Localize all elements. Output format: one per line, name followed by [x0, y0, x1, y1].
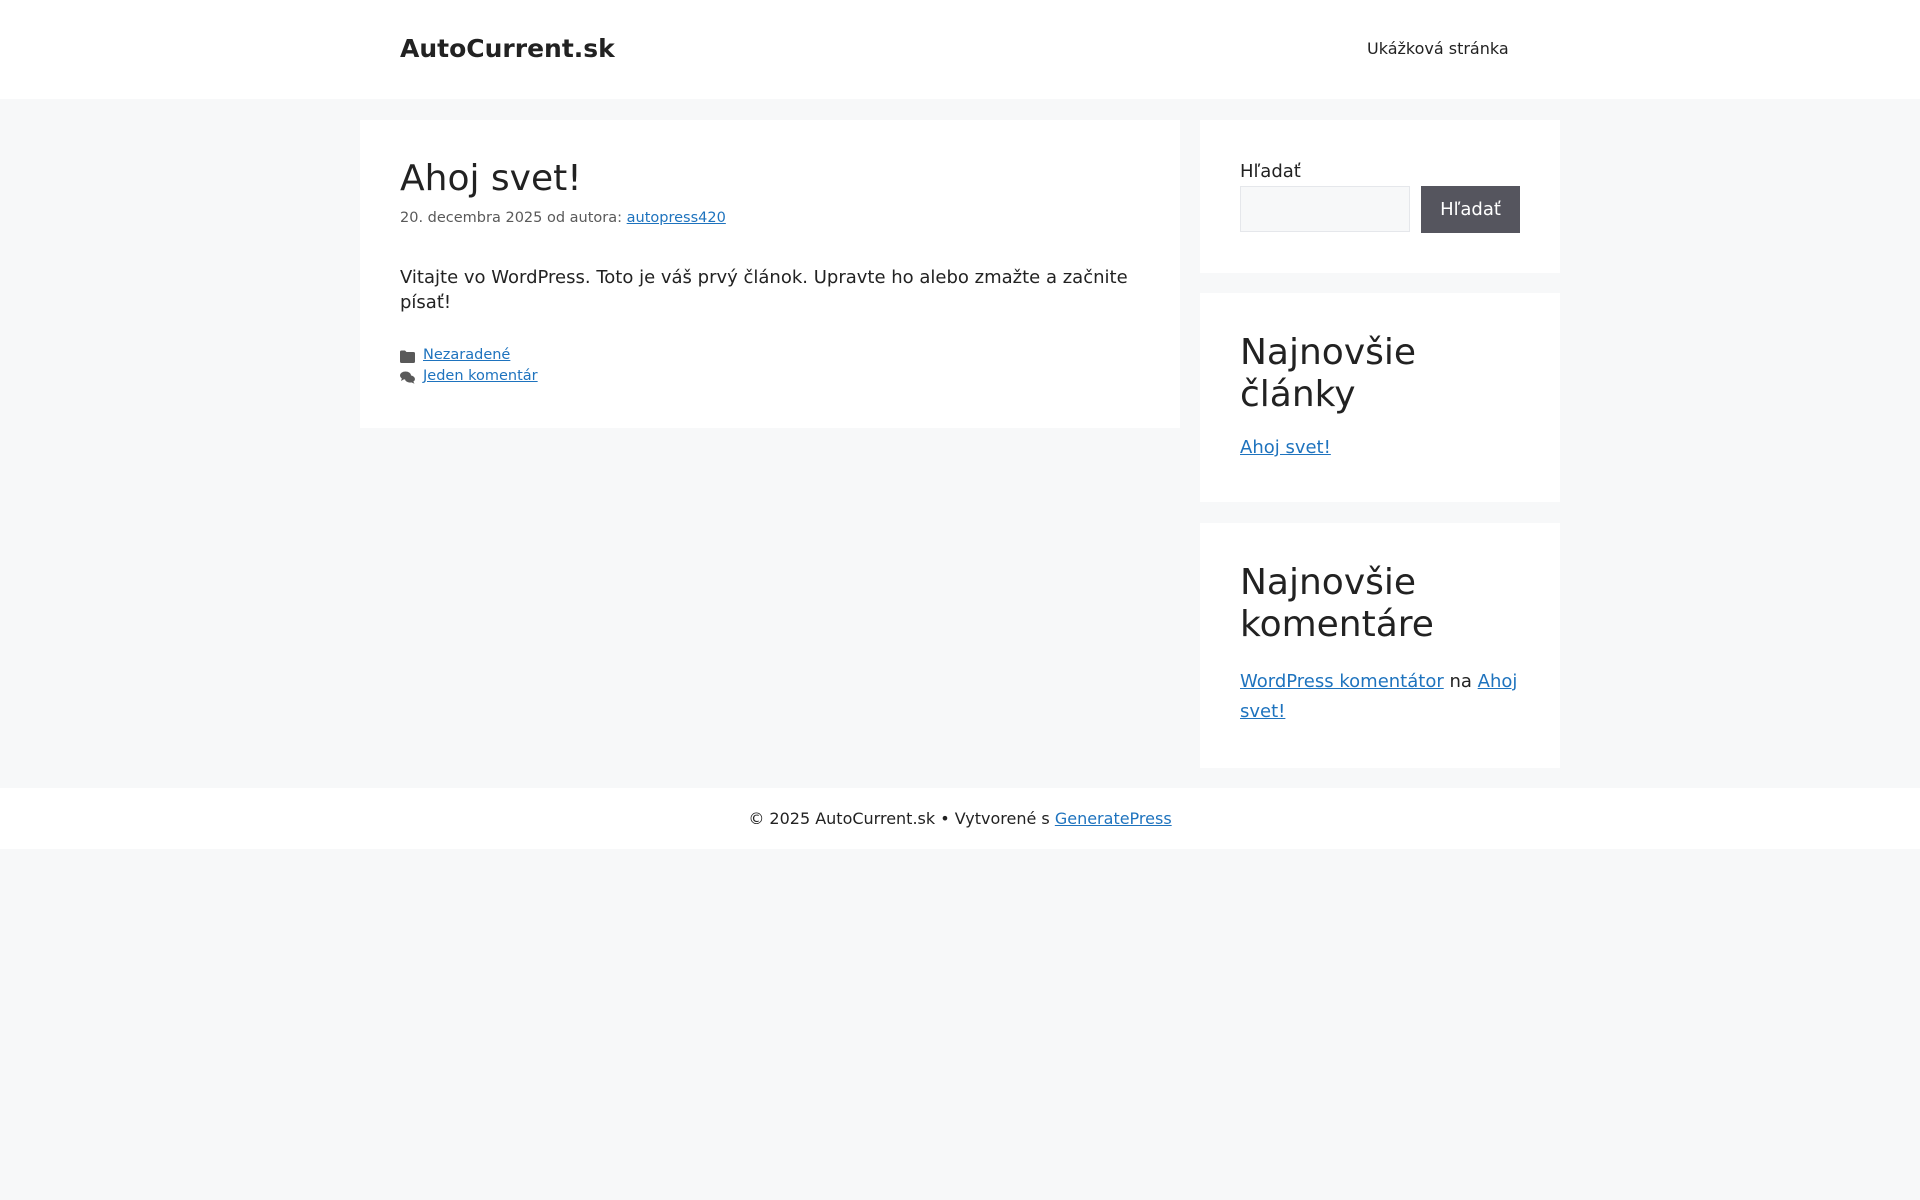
- post-comments-link[interactable]: Jeden komentár: [423, 366, 538, 387]
- site-title[interactable]: AutoCurrent.sk: [400, 34, 615, 64]
- comments-icon: [400, 370, 415, 384]
- folder-icon: [400, 349, 415, 363]
- nav-item-sample-page[interactable]: Ukážková stránka: [1367, 39, 1509, 59]
- post-comments-row: Jeden komentár: [400, 366, 538, 387]
- post-meta: 20. decembra 2025 od autora: autopress42…: [400, 209, 726, 227]
- generatepress-link[interactable]: GeneratePress: [1055, 809, 1172, 828]
- post-by-text: od autora:: [546, 210, 623, 226]
- recent-comment-item: WordPress komentátor na Ahoj svet!: [1240, 667, 1530, 727]
- recent-comments-widget: Najnovšie komentáre WordPress komentátor…: [1200, 523, 1560, 768]
- site-footer: © 2025 AutoCurrent.sk • Vytvorené s Gene…: [0, 788, 1920, 849]
- site-header: AutoCurrent.sk Ukážková stránka: [0, 0, 1920, 99]
- recent-posts-title: Najnovšie články: [1240, 332, 1417, 415]
- post-date: 20. decembra 2025: [400, 210, 543, 226]
- post-category-link[interactable]: Nezaradené: [423, 345, 510, 366]
- recent-posts-list: Ahoj svet!: [1240, 433, 1530, 463]
- search-widget: Hľadať Hľadať: [1200, 120, 1560, 273]
- post-title[interactable]: Ahoj svet!: [400, 157, 582, 201]
- post-category-row: Nezaradené: [400, 345, 538, 366]
- copyright-text: © 2025 AutoCurrent.sk • Vytvorené s: [748, 809, 1050, 828]
- post-article: Ahoj svet! 20. decembra 2025 od autora: …: [360, 120, 1180, 428]
- search-button[interactable]: Hľadať: [1421, 186, 1520, 233]
- recent-posts-widget: Najnovšie články Ahoj svet!: [1200, 293, 1560, 502]
- search-label: Hľadať: [1240, 161, 1301, 182]
- post-content: Vitajte vo WordPress. Toto je váš prvý č…: [400, 267, 1128, 313]
- comment-connector: na: [1449, 671, 1472, 692]
- recent-post-link[interactable]: Ahoj svet!: [1240, 437, 1331, 458]
- recent-comments-title: Najnovšie komentáre: [1240, 562, 1434, 645]
- post-footer: Nezaradené Jeden komentár: [400, 345, 538, 387]
- post-author-link[interactable]: autopress420: [627, 210, 726, 226]
- search-input[interactable]: [1240, 186, 1410, 232]
- comment-author-link[interactable]: WordPress komentátor: [1240, 671, 1444, 692]
